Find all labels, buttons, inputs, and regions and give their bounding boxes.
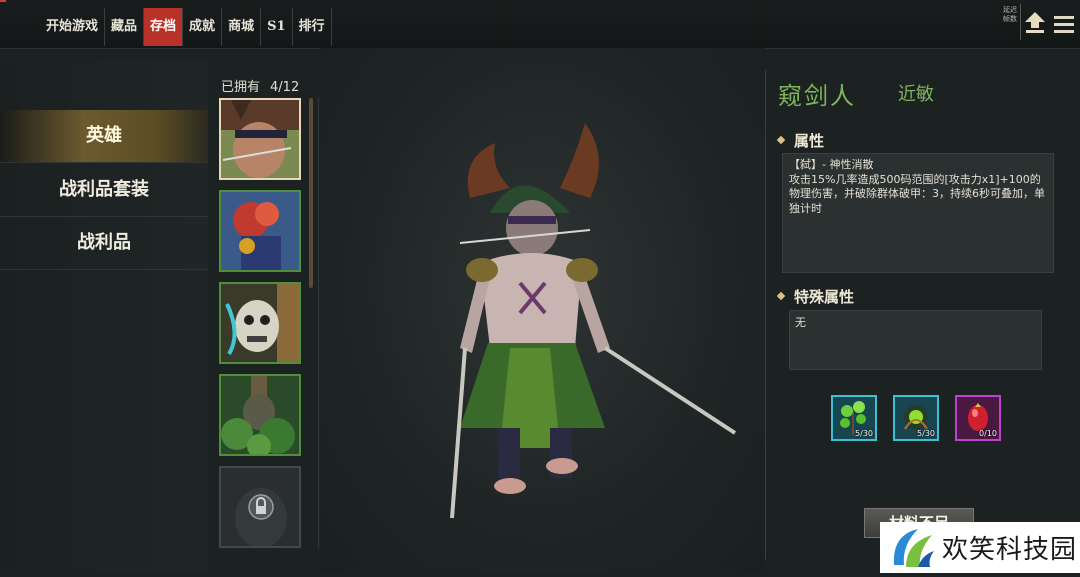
- green-orb-material-icon[interactable]: 5/30: [893, 395, 939, 441]
- left-sidebar: 英雄 战利品套装 战利品: [0, 60, 208, 573]
- material-count: 5/30: [917, 429, 935, 438]
- tab-collection[interactable]: 藏品: [105, 8, 145, 46]
- tab-achievements[interactable]: 成就: [183, 8, 223, 46]
- owned-label-text: 已拥有: [221, 80, 261, 95]
- special-attributes-box: 无: [789, 310, 1042, 370]
- hero-list-scrollbar[interactable]: [309, 98, 313, 288]
- tab-start-game[interactable]: 开始游戏: [40, 8, 106, 46]
- owned-count-label: 已拥有 4/12: [221, 76, 309, 95]
- sidebar-item-loot[interactable]: 战利品: [0, 217, 208, 270]
- material-count: 5/30: [855, 429, 873, 438]
- tab-season[interactable]: S1: [261, 8, 293, 46]
- sidebar-item-heroes[interactable]: 英雄: [0, 110, 208, 163]
- latency-fps-labels: 延迟 帧数: [1000, 6, 1020, 24]
- top-right-divider: [1020, 4, 1021, 40]
- top-accent-line: [0, 0, 6, 2]
- upload-arrow-icon[interactable]: [1024, 10, 1046, 34]
- top-tabs: 开始游戏 藏品 存档 成就 商城 S1 排行: [40, 8, 332, 46]
- latency-label: 延迟: [1003, 6, 1017, 14]
- special-attributes-title: 特殊属性: [776, 286, 855, 307]
- hero-card-4[interactable]: [219, 374, 301, 456]
- hero-list-divider: [318, 98, 319, 548]
- special-title-text: 特殊属性: [794, 288, 855, 306]
- top-bar: 开始游戏 藏品 存档 成就 商城 S1 排行 延迟 帧数: [0, 0, 1080, 49]
- attributes-box: 【弑】- 神性消散 攻击15%几率造成500码范围的[攻击力x1]+100的物理…: [782, 153, 1054, 273]
- lock-icon: [248, 494, 274, 520]
- material-count: 0/10: [979, 429, 997, 438]
- special-text: 无: [795, 316, 806, 329]
- detail-panel-divider: [765, 70, 766, 560]
- sidebar-item-loot-sets[interactable]: 战利品套装: [0, 164, 208, 217]
- tab-archive[interactable]: 存档: [144, 8, 184, 46]
- hero-card-3[interactable]: [219, 282, 301, 364]
- attributes-text: 【弑】- 神性消散 攻击15%几率造成500码范围的[攻击力x1]+100的物理…: [789, 158, 1045, 215]
- fps-label: 帧数: [1003, 15, 1017, 23]
- hero-model-stage[interactable]: [320, 48, 765, 573]
- tab-shop[interactable]: 商城: [222, 8, 262, 46]
- herb-material-icon[interactable]: 5/30: [831, 395, 877, 441]
- diamond-bullet-icon: [776, 135, 786, 144]
- hero-3d-model: [450, 123, 737, 519]
- diamond-bullet-icon: [776, 291, 786, 300]
- hamburger-menu-icon[interactable]: [1052, 8, 1078, 36]
- attributes-title: 属性: [776, 130, 825, 151]
- tab-ranking[interactable]: 排行: [293, 8, 332, 46]
- watermark-text: 欢笑科技园: [942, 535, 1078, 565]
- watermark: 欢笑科技园: [880, 522, 1080, 573]
- hero-portrait-2: [221, 192, 299, 270]
- hero-portrait-4: [221, 376, 299, 454]
- hero-name: 窥剑人: [778, 82, 856, 110]
- attributes-title-text: 属性: [794, 132, 825, 150]
- red-gem-material-icon[interactable]: 0/10: [955, 395, 1001, 441]
- hero-card-2[interactable]: [219, 190, 301, 272]
- hero-class: 近敏: [898, 84, 934, 105]
- hero-card-1[interactable]: [219, 98, 301, 180]
- hero-portrait-1: [221, 100, 299, 178]
- owned-count: 4/12: [270, 80, 300, 95]
- watermark-logo: [893, 528, 934, 567]
- hero-card-5-locked[interactable]: [219, 466, 301, 548]
- hero-portrait-3: [221, 284, 299, 362]
